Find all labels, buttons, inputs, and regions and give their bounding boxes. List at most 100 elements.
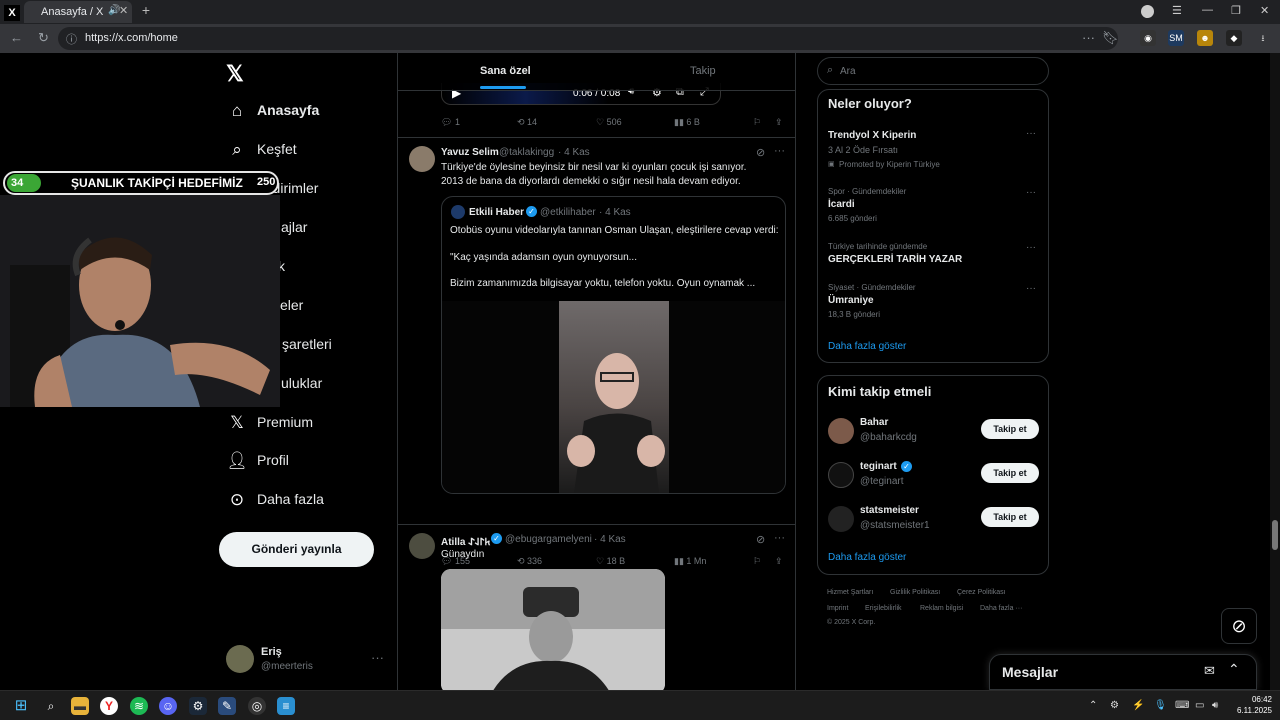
nav-more[interactable]: ⊙ Daha fazla	[218, 486, 388, 516]
more-icon[interactable]: ···	[1026, 187, 1036, 198]
tray-expand-icon[interactable]: ⌃	[1089, 700, 1097, 711]
footer-link[interactable]: Daha fazla ···	[980, 605, 1022, 612]
bookmark-icon[interactable]: 🔖︎	[1102, 30, 1119, 46]
follow-suggestion[interactable]: Bahar @baharkcdg Takip et	[818, 416, 1048, 450]
menu-icon[interactable]: ☰	[1172, 4, 1182, 17]
follow-button[interactable]: Takip et	[981, 463, 1039, 483]
steam-tray-icon[interactable]: ⚙	[1110, 700, 1119, 711]
quoted-video[interactable]	[442, 301, 785, 493]
tweet[interactable]: Yavuz Selim @taklakingg · 4 Kas ⊘ ··· Tü…	[398, 138, 795, 566]
extension-2-icon[interactable]: SM	[1168, 30, 1184, 46]
tray-app-icon[interactable]: ⚡	[1132, 700, 1144, 711]
page-scrollbar[interactable]	[1270, 53, 1280, 690]
show-more-follows[interactable]: Daha fazla göster	[828, 552, 906, 563]
more-icon[interactable]: ···	[371, 650, 384, 665]
avatar[interactable]	[409, 533, 435, 559]
discord-icon[interactable]: ☺	[159, 697, 177, 715]
trend-item[interactable]: Türkiye tarihinde gündemde GERÇEKLERİ TA…	[818, 242, 1048, 272]
extension-3-icon[interactable]: ☻	[1197, 30, 1213, 46]
tweet-image[interactable]	[441, 569, 665, 690]
download-icon[interactable]: ⭳	[1255, 30, 1271, 46]
follow-button[interactable]: Takip et	[981, 507, 1039, 527]
share-icon[interactable]: ⇪	[775, 117, 783, 128]
close-window-icon[interactable]: ✕	[1260, 4, 1269, 17]
more-icon[interactable]: ···	[1026, 242, 1036, 253]
obs-icon[interactable]: ◎	[248, 697, 266, 715]
new-tab-button[interactable]: +	[138, 3, 154, 19]
trend-item[interactable]: Siyaset · Gündemdekiler Ümraniye 18,3 B …	[818, 283, 1048, 323]
steam-icon[interactable]: ⚙	[189, 697, 207, 715]
maximize-icon[interactable]: ❐	[1231, 4, 1241, 17]
extension-1-icon[interactable]: ◉	[1140, 30, 1156, 46]
more-icon[interactable]: ···	[774, 532, 785, 544]
browser-tab[interactable]: X Anasayfa / X 🔊 ✕	[4, 1, 132, 23]
grok-button[interactable]: ⊘	[1221, 608, 1257, 644]
file-explorer-icon[interactable]: ▬	[71, 697, 89, 715]
bookmark-icon[interactable]: ⚐	[753, 117, 761, 128]
show-more-trends[interactable]: Daha fazla göster	[828, 341, 906, 352]
trend-item[interactable]: Spor · Gündemdekiler İcardi 6.685 gönder…	[818, 187, 1048, 227]
reload-icon[interactable]: ↻	[38, 30, 49, 46]
tweet-time[interactable]: · 4 Kas	[558, 147, 590, 158]
footer-link[interactable]: Erişilebilirlik	[865, 605, 902, 612]
clock[interactable]: 06:42 6.11.2025	[1232, 694, 1272, 716]
follow-button[interactable]: Takip et	[981, 419, 1039, 439]
avatar[interactable]	[409, 146, 435, 172]
search-input[interactable]: ⌕ Ara	[817, 57, 1049, 85]
reply-button[interactable]: 💬︎ 1	[441, 117, 460, 128]
app-icon[interactable]: ✎	[218, 697, 236, 715]
tweet-time[interactable]: · 4 Kas	[594, 534, 626, 545]
search-icon[interactable]: ⌕	[42, 697, 60, 715]
tab-for-you[interactable]: Sana özel	[480, 65, 531, 77]
start-icon[interactable]: ⊞	[12, 697, 30, 715]
messages-drawer[interactable]: Mesajlar ✉ ⌃	[989, 654, 1257, 690]
new-message-icon[interactable]: ✉	[1204, 663, 1215, 679]
volume-icon[interactable]: 🔊︎	[1212, 700, 1218, 711]
footer-link[interactable]: Reklam bilgisi	[920, 605, 963, 612]
more-icon[interactable]: ···	[774, 145, 785, 157]
tab-following[interactable]: Takip	[690, 65, 716, 77]
trend-item[interactable]: Trendyol X Kiperin 3 Al 2 Öde Fırsatı ▣ …	[818, 126, 1048, 170]
grok-icon[interactable]: ⊘	[756, 533, 765, 546]
extension-4-icon[interactable]: ◆	[1226, 30, 1242, 46]
tweet[interactable]: Atilla 𐱅𐰃𐰞𐰀 ✓ @ebugargamelyeni · 4 Kas ⊘…	[398, 525, 795, 690]
minimize-icon[interactable]: —	[1202, 4, 1213, 16]
more-icon[interactable]: ···	[1026, 128, 1036, 139]
display-icon[interactable]: ▭	[1195, 700, 1204, 711]
footer-link[interactable]: Hizmet Şartları	[827, 589, 873, 596]
address-bar[interactable]: ⓘ https://x.com/home	[58, 27, 1118, 50]
keyboard-icon[interactable]: ⌨	[1175, 700, 1189, 711]
tweet-author-handle[interactable]: @ebugargamelyeni	[505, 534, 592, 545]
profile-icon[interactable]	[1141, 5, 1154, 18]
more-icon[interactable]: ···	[1026, 283, 1036, 294]
expand-icon[interactable]: ⌃	[1228, 661, 1240, 678]
nav-explore[interactable]: ⌕ Keşfet	[218, 136, 388, 166]
x-logo-icon[interactable]: 𝕏	[226, 61, 244, 87]
views-button[interactable]: ▮▮ 6 B	[674, 117, 700, 128]
account-switcher[interactable]: Eriş @meerteris ···	[226, 643, 391, 683]
repost-button[interactable]: ⟲ 14	[517, 117, 537, 128]
tweet-author-handle[interactable]: @taklakingg	[499, 147, 554, 158]
tab-close-icon[interactable]: ✕	[119, 4, 128, 17]
site-info-icon[interactable]: ⓘ	[66, 31, 77, 47]
follow-suggestion[interactable]: statsmeister @statsmeister1 Takip et	[818, 504, 1048, 538]
follow-suggestion[interactable]: teginart ✓ @teginart Takip et	[818, 460, 1048, 494]
like-button[interactable]: ♡ 506	[596, 117, 622, 128]
grok-icon[interactable]: ⊘	[756, 146, 765, 159]
quoted-tweet[interactable]: Etkili Haber ✓ @etkilihaber · 4 Kas Otob…	[441, 196, 786, 494]
back-icon[interactable]: ←	[10, 30, 23, 45]
notepad-icon[interactable]: ≡	[277, 697, 295, 715]
yandex-browser-icon[interactable]: Y	[100, 697, 118, 715]
footer-link[interactable]: Çerez Politikası	[957, 589, 1006, 596]
microphone-icon[interactable]: 🎙︎	[1154, 700, 1167, 711]
nav-home[interactable]: ⌂ Anasayfa	[218, 97, 388, 127]
footer-link[interactable]: Gizlilik Politikası	[890, 589, 940, 596]
spotify-icon[interactable]: ≋	[130, 697, 148, 715]
scroll-thumb[interactable]	[1272, 520, 1278, 550]
more-icon[interactable]: ···	[1082, 30, 1095, 45]
tweet-author-name[interactable]: Atilla 𐱅𐰃𐰞𐰀	[441, 534, 490, 548]
post-button[interactable]: Gönderi yayınla	[219, 532, 374, 567]
nav-premium[interactable]: 𝕏 Premium	[218, 409, 388, 439]
footer-link[interactable]: Imprint	[827, 605, 848, 612]
tweet-author-name[interactable]: Yavuz Selim	[441, 147, 499, 158]
